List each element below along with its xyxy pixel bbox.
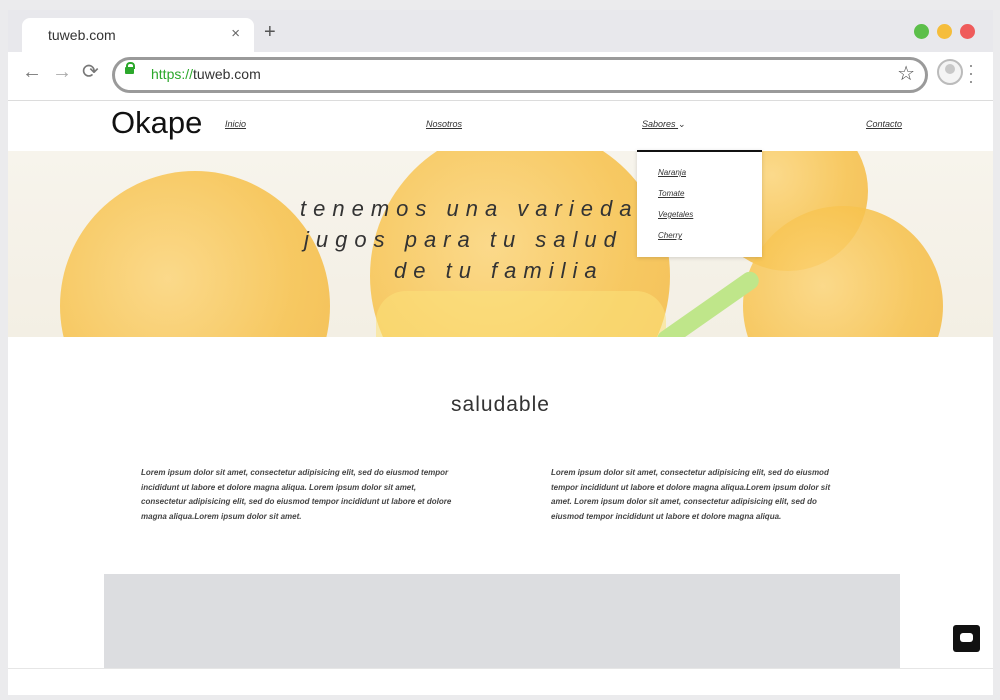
site-header: Okape Inicio Nosotros Sabores ⌄ Contacto [8, 101, 993, 151]
hero-banner: tenemos una varieda jugos para tu salud … [8, 151, 993, 337]
close-window-dot[interactable] [960, 24, 975, 39]
close-tab-icon[interactable]: × [231, 25, 240, 42]
orange-image [60, 171, 330, 337]
dropdown-item-naranja[interactable]: Naranja [658, 168, 686, 177]
hero-line: de tu familia [394, 258, 604, 283]
address-bar[interactable]: https://tuweb.com ☆ [112, 57, 928, 93]
paragraph-left: Lorem ipsum dolor sit amet, consectetur … [141, 468, 452, 521]
hero-line: tenemos una varieda [300, 196, 639, 221]
tab-strip: tuweb.com × + [8, 10, 993, 52]
minimize-window-dot[interactable] [937, 24, 952, 39]
nav-contacto-link[interactable]: Contacto [866, 119, 902, 129]
hero-line: jugos para tu salud [304, 227, 623, 252]
chevron-down-icon: ⌄ [678, 119, 686, 129]
chat-icon[interactable] [953, 625, 980, 652]
reload-icon[interactable]: ⟳ [82, 62, 99, 82]
hero-tagline: tenemos una varieda jugos para tu salud … [300, 193, 638, 286]
nav-sabores-label: Sabores [642, 119, 676, 129]
section-title: saludable [451, 393, 550, 416]
url-text: https://tuweb.com [151, 66, 261, 82]
site-logo[interactable]: Okape [111, 105, 202, 141]
juice-glass-image [376, 291, 666, 337]
browser-window: tuweb.com × + ← → ⟳ https://tuweb.com ☆ … [8, 10, 993, 695]
browser-tab[interactable]: tuweb.com × [22, 18, 254, 52]
browser-toolbar: ← → ⟳ https://tuweb.com ☆ · · · [8, 52, 993, 101]
nav-nosotros-link[interactable]: Nosotros [426, 119, 462, 129]
window-controls [914, 24, 975, 39]
url-host: tuweb.com [193, 66, 261, 82]
url-scheme: https:// [151, 66, 194, 82]
paragraph-right: Lorem ipsum dolor sit amet, consectetur … [551, 468, 831, 521]
web-page: Okape Inicio Nosotros Sabores ⌄ Contacto… [8, 101, 993, 695]
page-bottom-bar [8, 668, 993, 695]
maximize-window-dot[interactable] [914, 24, 929, 39]
dropdown-item-cherry[interactable]: Cherry [658, 231, 682, 240]
profile-avatar-icon[interactable] [937, 59, 963, 85]
new-tab-icon[interactable]: + [264, 22, 276, 42]
forward-arrow-icon[interactable]: → [52, 62, 72, 82]
nav-inicio-link[interactable]: Inicio [225, 119, 246, 129]
browser-menu-icon[interactable]: · · · [968, 56, 974, 90]
dropdown-item-vegetales[interactable]: Vegetales [658, 210, 693, 219]
sabores-dropdown-menu: Naranja Tomate Vegetales Cherry [637, 150, 762, 257]
dropdown-item-tomate[interactable]: Tomate [658, 189, 684, 198]
tab-title: tuweb.com [48, 27, 116, 43]
back-arrow-icon[interactable]: ← [22, 62, 42, 82]
bookmark-star-icon[interactable]: ☆ [897, 61, 915, 86]
nav-sabores-link[interactable]: Sabores ⌄ [642, 119, 686, 130]
lock-icon [125, 62, 135, 74]
